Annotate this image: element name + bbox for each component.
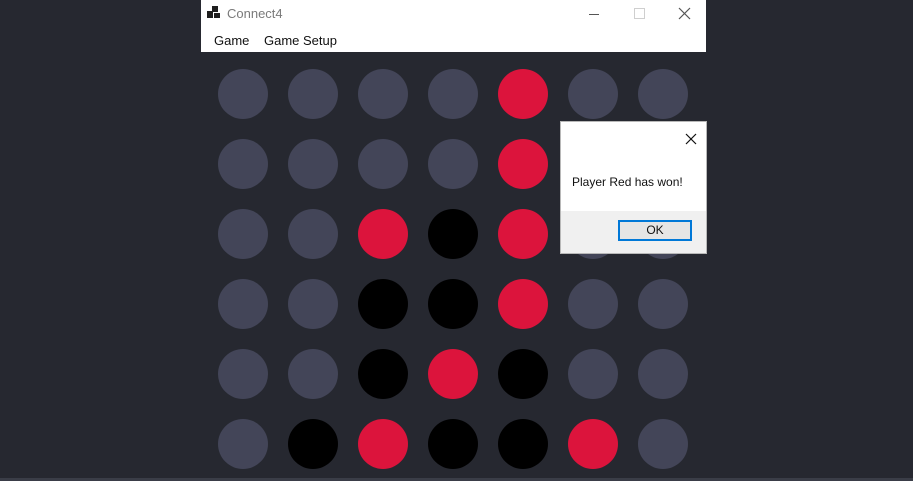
board-cell-empty[interactable]: [638, 69, 688, 119]
dialog-footer: OK: [561, 211, 706, 253]
board-cell-black[interactable]: [498, 419, 548, 469]
board-cell-empty[interactable]: [638, 419, 688, 469]
board-cell-empty[interactable]: [218, 419, 268, 469]
board-cell-empty[interactable]: [288, 209, 338, 259]
board-cell-red[interactable]: [358, 419, 408, 469]
board-cell-black[interactable]: [358, 279, 408, 329]
board-cell-black[interactable]: [428, 209, 478, 259]
close-icon: [678, 7, 691, 20]
ok-button[interactable]: OK: [618, 220, 692, 241]
board-cell-empty[interactable]: [288, 279, 338, 329]
board-cell-red[interactable]: [498, 69, 548, 119]
board-cell-empty[interactable]: [568, 349, 618, 399]
board-cell-black[interactable]: [358, 349, 408, 399]
window-title: Connect4: [227, 6, 283, 21]
board-cell-empty[interactable]: [358, 69, 408, 119]
close-icon: [685, 133, 697, 145]
window-close-button[interactable]: [661, 0, 706, 29]
board-cell-red[interactable]: [498, 139, 548, 189]
maximize-icon: [634, 8, 645, 19]
board-cell-empty[interactable]: [358, 139, 408, 189]
board-cell-empty[interactable]: [568, 69, 618, 119]
board-cell-red[interactable]: [498, 279, 548, 329]
minimize-button[interactable]: [571, 0, 616, 29]
board-cell-black[interactable]: [288, 419, 338, 469]
board-cell-black[interactable]: [428, 419, 478, 469]
dialog-message: Player Red has won!: [572, 175, 683, 189]
menu-bar: Game Game Setup: [201, 29, 706, 52]
board-cell-empty[interactable]: [218, 69, 268, 119]
board-cell-empty[interactable]: [288, 69, 338, 119]
dialog-close-button[interactable]: [679, 126, 703, 150]
board-cell-empty[interactable]: [218, 279, 268, 329]
board-cell-empty[interactable]: [568, 279, 618, 329]
board-cell-red[interactable]: [358, 209, 408, 259]
board-cell-empty[interactable]: [428, 139, 478, 189]
board-cell-red[interactable]: [568, 419, 618, 469]
board-cell-red[interactable]: [428, 349, 478, 399]
board-cell-empty[interactable]: [428, 69, 478, 119]
board-cell-empty[interactable]: [288, 139, 338, 189]
app-icon: [207, 6, 221, 20]
board-cell-empty[interactable]: [288, 349, 338, 399]
menu-game-setup[interactable]: Game Setup: [264, 33, 337, 49]
board-cell-empty[interactable]: [638, 349, 688, 399]
title-bar[interactable]: Connect4: [201, 0, 706, 29]
minimize-icon: [589, 14, 599, 15]
menu-game[interactable]: Game: [214, 33, 249, 49]
win-dialog: Player Red has won! OK: [561, 122, 706, 253]
board-cell-empty[interactable]: [638, 279, 688, 329]
board-cell-empty[interactable]: [218, 349, 268, 399]
board-cell-empty[interactable]: [218, 209, 268, 259]
board-cell-black[interactable]: [428, 279, 478, 329]
board-cell-black[interactable]: [498, 349, 548, 399]
board-cell-red[interactable]: [498, 209, 548, 259]
game-board[interactable]: [201, 52, 706, 481]
maximize-button[interactable]: [616, 0, 661, 29]
board-cell-empty[interactable]: [218, 139, 268, 189]
